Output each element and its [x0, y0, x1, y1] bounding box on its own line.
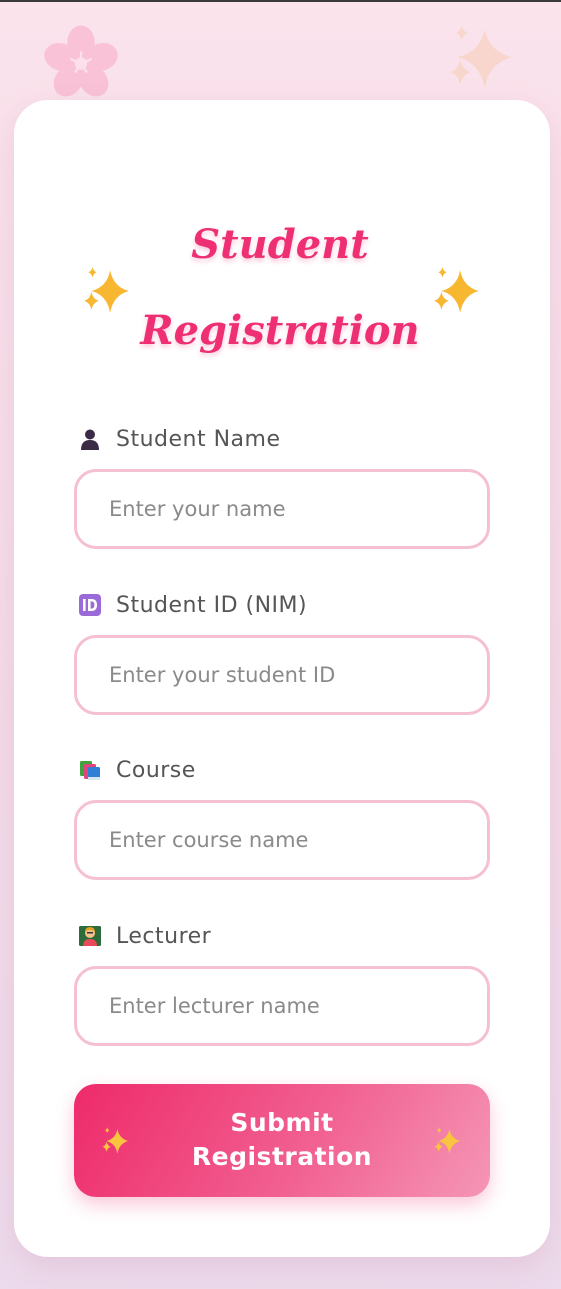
- cherry-blossom-icon: [44, 25, 118, 97]
- lecturer-input[interactable]: [74, 966, 490, 1046]
- id-badge-icon: [79, 594, 101, 616]
- student-name-label: Student Name: [78, 424, 281, 454]
- course-label: Course: [78, 755, 196, 785]
- person-silhouette-icon: [81, 429, 99, 450]
- submit-label-line-1: Submit: [230, 1108, 334, 1137]
- lecturer-label-text: Lecturer: [116, 923, 212, 949]
- sparkles-icon: [102, 1127, 129, 1154]
- student-id-label-text: Student ID (NIM): [116, 592, 308, 618]
- sparkles-icon: [84, 267, 129, 313]
- student-name-label-text: Student Name: [116, 426, 281, 452]
- student-name-input[interactable]: [74, 469, 490, 549]
- course-input[interactable]: [74, 800, 490, 880]
- form-title: Student Registration: [0, 210, 561, 370]
- student-id-input[interactable]: [74, 635, 490, 715]
- submit-registration-button[interactable]: Submit Registration: [74, 1084, 490, 1197]
- sparkles-icon: [449, 25, 513, 88]
- teacher-icon: [79, 926, 101, 946]
- lecturer-label: Lecturer: [78, 921, 211, 951]
- title-line-1: Student: [191, 221, 369, 268]
- books-icon: [80, 761, 100, 780]
- top-border-line: [0, 0, 561, 2]
- sparkles-icon: [434, 1127, 461, 1154]
- title-line-2: Registration: [140, 307, 420, 354]
- course-label-text: Course: [116, 757, 196, 783]
- sparkles-icon: [434, 267, 479, 313]
- submit-button-label: Submit Registration: [174, 1106, 390, 1174]
- submit-label-line-2: Registration: [191, 1142, 373, 1171]
- student-id-label: Student ID (NIM): [78, 590, 307, 620]
